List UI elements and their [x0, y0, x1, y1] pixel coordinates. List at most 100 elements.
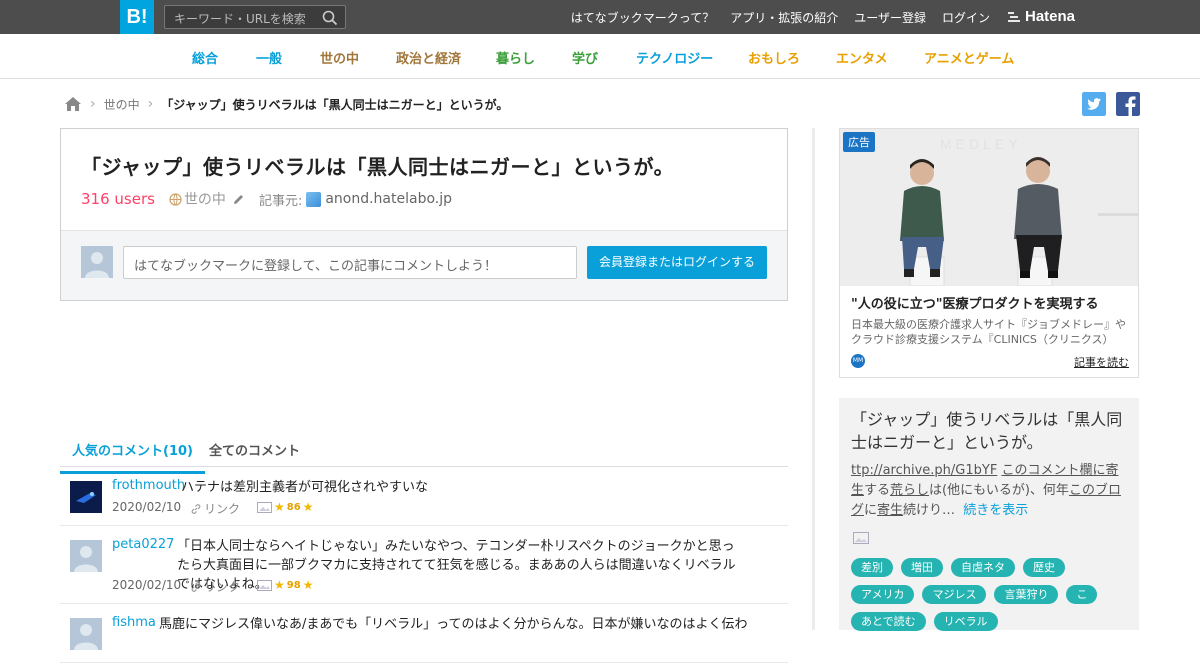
- star-area[interactable]: ★ 86 ★: [257, 500, 313, 514]
- comment-text: 馬鹿にマジレス偉いなあ/まあでも「リベラル」ってのはよく分からんな。日本が嫌いな…: [159, 617, 748, 632]
- source-link[interactable]: anond.hatelabo.jp: [306, 191, 452, 207]
- category-tab-technology[interactable]: テクノロジー: [636, 48, 713, 67]
- comment-text: ハテナは差別主義者が可視化されやすいな: [181, 480, 429, 495]
- category-tab-politics[interactable]: 政治と経済: [396, 48, 461, 67]
- bookmark-users-count[interactable]: 316 users: [81, 190, 155, 208]
- star-icon: ★: [274, 578, 285, 592]
- side-entry-title[interactable]: 「ジャップ」使うリベラルは「黒人同士はニガーと」というが。: [851, 408, 1131, 454]
- comment-input[interactable]: はてなブックマークに登録して、この記事にコメントしよう！: [123, 246, 577, 279]
- comment-tabs: 人気のコメント(10) 全てのコメント: [60, 430, 788, 474]
- tag[interactable]: アメリカ: [851, 585, 915, 604]
- side-comment-text: する: [864, 483, 891, 498]
- tab-all-comments[interactable]: 全てのコメント: [209, 440, 300, 459]
- comment-item: fishma 馬鹿にマジレス偉いなあ/まあでも「リベラル」ってのはよく分からんな…: [60, 604, 788, 663]
- advertiser-icon: MM: [851, 354, 865, 368]
- avatar: [81, 246, 113, 278]
- search-icon[interactable]: [322, 10, 338, 26]
- category-tab-fun[interactable]: おもしろ: [748, 48, 800, 67]
- tag[interactable]: 言葉狩り: [994, 585, 1059, 604]
- apps-link[interactable]: アプリ・拡張の紹介: [730, 9, 838, 26]
- tag[interactable]: こ: [1066, 585, 1098, 604]
- show-more-link[interactable]: 続きを表示: [963, 503, 1028, 518]
- login-link[interactable]: ログイン: [942, 9, 990, 26]
- comment-form: はてなブックマークに登録して、この記事にコメントしよう！ 会員登録またはログイン…: [61, 230, 787, 300]
- side-comment-keyword[interactable]: この: [1069, 483, 1095, 498]
- star-count: 86: [286, 501, 301, 513]
- tag[interactable]: 差別: [851, 558, 893, 577]
- category-tab-sogo[interactable]: 総合: [192, 48, 218, 67]
- comment-date[interactable]: 2020/02/10: [112, 500, 181, 514]
- side-comment-text: は(他にもいるが)、何年: [929, 483, 1069, 498]
- tag[interactable]: あとで読む: [851, 612, 926, 631]
- search-box[interactable]: キーワード・URLを検索: [164, 5, 346, 29]
- category-nav: 総合 一般 世の中 政治と経済 暮らし 学び テクノロジー おもしろ エンタメ …: [0, 34, 1200, 79]
- ad-card[interactable]: MEDLEY 広告 "人の役に立つ"医療プロダクトを実現する 日本最大級の医療介…: [839, 128, 1139, 378]
- twitter-icon[interactable]: [1082, 92, 1106, 116]
- source-url: anond.hatelabo.jp: [325, 191, 453, 207]
- hatena-brand[interactable]: Hatena: [1007, 8, 1075, 25]
- entry-category-label: 世の中: [183, 192, 226, 208]
- avatar[interactable]: [70, 540, 102, 572]
- category-tab-social[interactable]: 世の中: [320, 48, 359, 67]
- side-entry-card: 「ジャップ」使うリベラルは「黒人同士はニガーと」というが。 ttp://arch…: [839, 398, 1139, 631]
- image-icon: [257, 579, 272, 591]
- link-icon: [191, 503, 201, 514]
- facebook-icon[interactable]: [1116, 92, 1140, 116]
- category-tab-general[interactable]: 一般: [256, 48, 282, 67]
- comment-item: frothmouth ハテナは差別主義者が可視化されやすいな 2020/02/1…: [60, 467, 788, 526]
- globe-icon: [169, 192, 182, 206]
- breadcrumb: › 世の中 › 「ジャップ」使うリベラルは「黒人同士はニガーと」というが。: [64, 94, 508, 114]
- breadcrumb-title: 「ジャップ」使うリベラルは「黒人同士はニガーと」というが。: [161, 97, 509, 112]
- comment-link-label: リンク: [204, 502, 241, 516]
- star-area[interactable]: ★ 98 ★: [257, 578, 313, 592]
- comment-username[interactable]: fishma: [112, 615, 156, 630]
- breadcrumb-category[interactable]: 世の中: [104, 96, 140, 113]
- avatar[interactable]: [70, 618, 102, 650]
- comment-username[interactable]: frothmouth: [112, 478, 185, 493]
- comment-username[interactable]: peta0227: [112, 537, 174, 552]
- ad-badge: 広告: [843, 132, 875, 152]
- comment-link[interactable]: リンク: [190, 500, 240, 517]
- login-button[interactable]: 会員登録またはログインする: [587, 246, 767, 279]
- image-icon: [257, 501, 272, 513]
- site-favicon-icon: [306, 191, 322, 207]
- ad-read-more-link[interactable]: 記事を読む: [1074, 354, 1129, 370]
- tag[interactable]: リベラル: [933, 612, 998, 631]
- star-count: 98: [286, 579, 301, 591]
- ad-image: MEDLEY: [840, 129, 1138, 286]
- comment-date[interactable]: 2020/02/10: [112, 578, 181, 592]
- category-tab-game[interactable]: アニメとゲーム: [924, 48, 1014, 67]
- category-tab-knowledge[interactable]: 学び: [572, 48, 598, 67]
- category-tab-entertainment[interactable]: エンタメ: [836, 48, 888, 67]
- entry-card: 「ジャップ」使うリベラルは「黒人同士はニガーと」というが。 316 users …: [60, 128, 788, 301]
- chevron-right-icon: ›: [147, 96, 154, 112]
- chevron-right-icon: ›: [90, 96, 96, 112]
- entry-category[interactable]: 世の中: [169, 189, 245, 209]
- pencil-icon[interactable]: [232, 193, 245, 206]
- tag-list: 差別 増田 自虐ネタ 歴史 アメリカ マジレス 言葉狩り こ あとで読む リベラ…: [851, 558, 1131, 631]
- entry-meta: 316 users 世の中 記事元: anond.hatelabo.jp: [81, 189, 452, 209]
- tag[interactable]: マジレス: [922, 585, 987, 604]
- ad-headline[interactable]: "人の役に立つ"医療プロダクトを実現する: [851, 293, 1099, 312]
- home-icon[interactable]: [64, 96, 82, 112]
- comment-list: frothmouth ハテナは差別主義者が可視化されやすいな 2020/02/1…: [60, 467, 788, 663]
- side-comment-keyword[interactable]: 寄生: [877, 503, 903, 518]
- side-comment-text: に: [864, 503, 878, 518]
- tag[interactable]: 自虐ネタ: [951, 558, 1015, 577]
- about-link[interactable]: はてなブックマークって？: [571, 9, 714, 26]
- comment-link[interactable]: リンク: [190, 578, 240, 595]
- image-icon[interactable]: [853, 532, 869, 544]
- tag[interactable]: 増田: [901, 558, 943, 577]
- entry-title[interactable]: 「ジャップ」使うリベラルは「黒人同士はニガーと」というが。: [81, 151, 674, 180]
- comment-link-label: リンク: [204, 580, 241, 594]
- side-comment-link[interactable]: ttp://archive.ph/G1bYF: [851, 463, 997, 478]
- side-comment-keyword[interactable]: 荒らし: [890, 483, 929, 498]
- tag[interactable]: 歴史: [1023, 558, 1065, 577]
- avatar[interactable]: [70, 481, 102, 513]
- ad-photo: MEDLEY 広告: [840, 129, 1138, 286]
- hatebu-logo[interactable]: B!: [120, 0, 154, 34]
- register-link[interactable]: ユーザー登録: [854, 9, 926, 26]
- tab-popular-comments[interactable]: 人気のコメント(10): [60, 440, 205, 474]
- category-tab-life[interactable]: 暮らし: [496, 48, 535, 67]
- search-input[interactable]: キーワード・URLを検索: [174, 10, 306, 27]
